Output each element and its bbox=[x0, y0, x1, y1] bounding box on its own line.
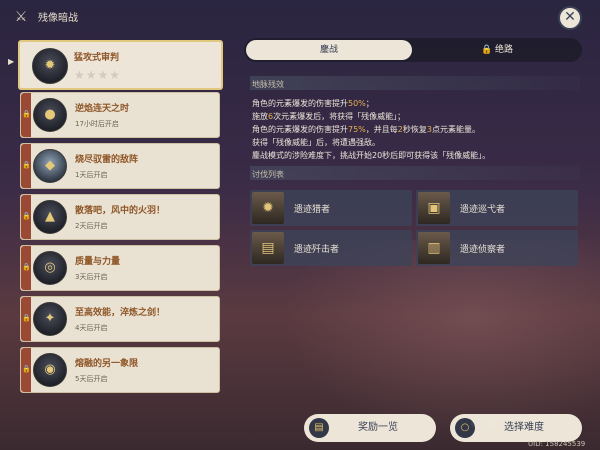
challenge-portrait: ◉ bbox=[33, 353, 67, 387]
desc-text: 秒恢复 bbox=[402, 125, 427, 134]
top-bar: ⚔ 残像暗战 ✕ bbox=[0, 0, 600, 34]
lock-tab: 🔒 bbox=[21, 297, 31, 341]
challenge-card[interactable]: 🔒 ◎ 质量与力量 3天后开启 bbox=[20, 245, 220, 291]
enemy-item[interactable]: ✹ 遗迹猎者 bbox=[250, 190, 412, 226]
tab-dead-end[interactable]: 🔒 绝路 bbox=[414, 40, 580, 60]
desc-text: ； bbox=[365, 99, 374, 108]
lock-icon: 🔒 bbox=[22, 365, 31, 373]
challenge-card[interactable]: 🔒 ● 逆焰连天之时 17小时后开启 bbox=[20, 92, 220, 138]
ley-description: 角色的元素爆发的伤害提升50%； 施放6次元素爆发后，将获得「残像威能」； 角色… bbox=[252, 97, 582, 162]
lock-tab: 🔒 bbox=[21, 348, 31, 392]
desc-text: ，并且每 bbox=[365, 125, 398, 134]
lock-icon: 🔒 bbox=[480, 45, 493, 55]
challenge-portrait: ◆ bbox=[33, 149, 67, 183]
watermark: ©OXEQ bbox=[470, 420, 505, 430]
desc-line: 鏖战模式的涉险难度下，挑战开始20秒后即可获得该「残像威能」。 bbox=[252, 151, 491, 160]
challenge-name: 质量与力量 bbox=[75, 257, 121, 267]
enemy-name: 遗迹歼击者 bbox=[294, 245, 340, 255]
challenge-name: 至高效能，淬炼之剑！ bbox=[75, 308, 166, 318]
close-icon: ✕ bbox=[564, 9, 576, 25]
enemy-portrait: ▥ bbox=[418, 232, 450, 264]
enemy-name: 遗迹猎者 bbox=[294, 205, 331, 215]
challenge-card[interactable]: 🔒 ◉ 熔融的另一象限 5天后开启 bbox=[20, 347, 220, 393]
section-header-bar bbox=[250, 166, 580, 180]
desc-text: 点元素能量。 bbox=[431, 125, 480, 134]
enemy-item[interactable]: ▤ 遗迹歼击者 bbox=[250, 230, 412, 266]
challenge-portrait: ◎ bbox=[33, 251, 67, 285]
selection-caret-icon: ▶ bbox=[8, 57, 15, 66]
desc-text: 角色的元素爆发的伤害提升 bbox=[252, 99, 348, 108]
challenge-status: 17小时后开启 bbox=[75, 120, 119, 128]
enemy-section-title: 讨伐列表 bbox=[252, 170, 284, 179]
challenge-name: 散落吧，风中的火羽！ bbox=[75, 206, 166, 216]
challenge-portrait: ▲ bbox=[33, 200, 67, 234]
page-title: 残像暗战 bbox=[38, 13, 78, 24]
desc-text: 次元素爆发后，将获得「残像威能」； bbox=[273, 112, 406, 121]
rewards-button-label: 奖励一览 bbox=[358, 422, 398, 433]
swords-icon: ⚔ bbox=[14, 9, 28, 25]
challenge-portrait: ✹ bbox=[32, 48, 68, 84]
lock-icon: 🔒 bbox=[22, 263, 31, 271]
lock-tab: 🔒 bbox=[21, 144, 31, 188]
desc-line: 获得「残像威能」后，将遭遇强敌。 bbox=[252, 138, 380, 147]
challenge-status: 1天后开启 bbox=[75, 171, 108, 179]
lock-tab: 🔒 bbox=[21, 246, 31, 290]
ley-section-title: 地脉残效 bbox=[252, 80, 284, 89]
rating-stars: ★★★★ bbox=[74, 68, 122, 82]
background-glow bbox=[280, 240, 600, 440]
enemy-portrait: ▣ bbox=[418, 192, 450, 224]
challenge-name: 逆焰连天之时 bbox=[75, 104, 130, 114]
desc-line: 施放6次元素爆发后，将获得「残像威能」； bbox=[252, 110, 582, 123]
challenge-card-active[interactable]: ✹ 猛攻式审判 ★★★★ bbox=[18, 40, 223, 90]
challenge-name: 猛攻式审判 bbox=[74, 53, 120, 63]
desc-highlight: 75% bbox=[348, 125, 366, 134]
challenge-status: 3天后开启 bbox=[75, 273, 108, 281]
desc-text: 角色的元素爆发的伤害提升 bbox=[252, 125, 348, 134]
lock-icon: 🔒 bbox=[22, 314, 31, 322]
rewards-button[interactable]: ▤ 奖励一览 bbox=[304, 414, 436, 442]
challenge-portrait: ✦ bbox=[33, 302, 67, 336]
challenge-status: 2天后开启 bbox=[75, 222, 108, 230]
challenge-card[interactable]: 🔒 ✦ 至高效能，淬炼之剑！ 4天后开启 bbox=[20, 296, 220, 342]
challenge-portrait: ● bbox=[33, 98, 67, 132]
enemy-item[interactable]: ▥ 遗迹侦察者 bbox=[416, 230, 578, 266]
tab-battle-label: 鏖战 bbox=[319, 45, 338, 55]
desc-highlight: 50% bbox=[348, 99, 366, 108]
enemy-name: 遗迹巡弋者 bbox=[460, 205, 506, 215]
challenge-status: 5天后开启 bbox=[75, 375, 108, 383]
challenge-card[interactable]: 🔒 ▲ 散落吧，风中的火羽！ 2天后开启 bbox=[20, 194, 220, 240]
enemy-portrait: ▤ bbox=[252, 232, 284, 264]
enemy-item[interactable]: ▣ 遗迹巡弋者 bbox=[416, 190, 578, 226]
desc-text: 施放 bbox=[252, 112, 268, 121]
lock-icon: 🔒 bbox=[22, 161, 31, 169]
enemy-name: 遗迹侦察者 bbox=[460, 245, 506, 255]
desc-line: 角色的元素爆发的伤害提升75%，并且每2秒恢复3点元素能量。 bbox=[252, 123, 582, 136]
section-header-bar bbox=[250, 76, 580, 90]
challenge-card[interactable]: 🔒 ◆ 烧尽驭雷的敌阵 1天后开启 bbox=[20, 143, 220, 189]
enemy-portrait: ✹ bbox=[252, 192, 284, 224]
challenge-status: 4天后开启 bbox=[75, 324, 108, 332]
challenge-name: 熔融的另一象限 bbox=[75, 359, 139, 369]
tab-dead-end-label: 绝路 bbox=[495, 45, 514, 55]
close-button[interactable]: ✕ bbox=[558, 6, 582, 30]
lock-tab: 🔒 bbox=[21, 195, 31, 239]
lock-tab: 🔒 bbox=[21, 93, 31, 137]
lock-icon: 🔒 bbox=[22, 110, 31, 118]
tab-battle[interactable]: 鏖战 bbox=[246, 40, 412, 60]
desc-line: 角色的元素爆发的伤害提升50%； bbox=[252, 97, 582, 110]
uid-label: UID: 158245539 bbox=[528, 440, 586, 448]
lock-icon: 🔒 bbox=[22, 212, 31, 220]
challenge-name: 烧尽驭雷的敌阵 bbox=[75, 155, 139, 165]
